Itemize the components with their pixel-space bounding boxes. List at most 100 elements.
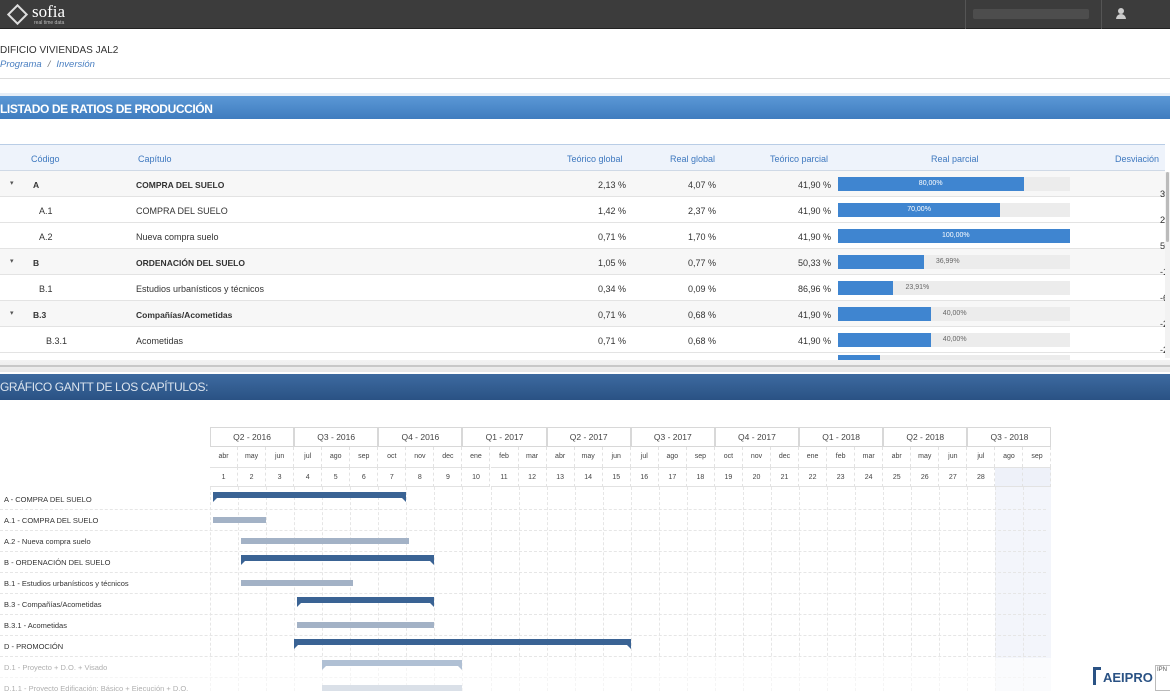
gantt-task-bar[interactable] [240, 538, 410, 544]
row-code: B.1 [39, 284, 53, 294]
gantt-month: may [575, 447, 603, 467]
gantt-month-number: 2 [238, 467, 267, 487]
row-real-global: 0,68 % [687, 310, 716, 320]
breadcrumb-programa[interactable]: Programa [0, 59, 42, 70]
gantt-month: may [911, 447, 940, 467]
table-row[interactable]: A.1 COMPRA DEL SUELO 1,42 % 2,37 % 41,90 % 70… [0, 197, 1170, 225]
gantt-month: sep [350, 447, 379, 467]
row-code: B.3.1 [46, 336, 68, 346]
gantt-task-bar[interactable] [212, 517, 267, 523]
gantt-row[interactable] [0, 489, 1046, 510]
col-teorico-parcial[interactable]: Teórico parcial [770, 154, 828, 164]
progress-label: 40,00% [942, 336, 967, 343]
gantt-month: nov [743, 447, 771, 467]
expand-toggle-icon[interactable]: ▾ [10, 257, 14, 265]
col-real-global[interactable]: Real global [670, 154, 715, 164]
scrollbar-thumb[interactable] [1166, 172, 1169, 242]
table-row[interactable]: ▾ B.3 Compañías/Acometidas 0,71 % 0,68 % 41,9… [0, 301, 1170, 329]
row-code: A.2 [39, 232, 53, 242]
col-codigo[interactable]: Código [31, 154, 60, 164]
gantt-summary-bar[interactable] [296, 597, 435, 607]
gantt-month: oct [715, 447, 743, 467]
gantt-row-label: B.3 - Compañías/Acometidas [4, 600, 102, 609]
gantt-month-number: 28 [967, 467, 996, 487]
gantt-month-number [1023, 467, 1052, 487]
user-name-redacted[interactable] [973, 9, 1089, 19]
row-teorico-parcial: 50,33 % [797, 258, 831, 268]
row-chapter: ORDENACIÓN DEL SUELO [136, 258, 245, 268]
sofia-logo-icon[interactable] [6, 3, 29, 26]
aeipro-brand: AEIPRO [1103, 670, 1153, 685]
gantt-summary-bar[interactable] [240, 555, 435, 565]
expand-toggle-icon[interactable]: ▾ [10, 309, 14, 317]
gantt-month: jun [603, 447, 631, 467]
gantt-month-number: 4 [294, 467, 323, 487]
gantt-month: ago [995, 447, 1024, 467]
row-real-global: 2,37 % [687, 206, 716, 216]
top-bar: sofia real time data [0, 0, 1170, 29]
gantt-month-number: 23 [827, 467, 856, 487]
row-teorico-global: 1,42 % [597, 206, 626, 216]
gantt-month-number: 14 [574, 467, 603, 487]
expand-toggle-icon[interactable]: ▾ [10, 179, 14, 187]
gantt-quarter-header: Q2 - 2018 [883, 427, 968, 447]
breadcrumb: Programa / Inversión [0, 59, 95, 70]
gantt-row-label: A.1 - COMPRA DEL SUELO [4, 516, 99, 525]
row-teorico-parcial: 86,96 % [797, 284, 831, 294]
section-splitter[interactable] [0, 360, 1170, 372]
app-name[interactable]: sofia [32, 2, 65, 22]
row-teorico-global: 0,34 % [597, 284, 626, 294]
gantt-task-bar[interactable] [296, 622, 435, 628]
ipn-badge: IPN [1155, 665, 1170, 691]
col-desviacion[interactable]: Desviación [1115, 154, 1159, 164]
table-row[interactable]: ▾ A COMPRA DEL SUELO 2,13 % 4,07 % 41,90 % 80,… [0, 171, 1170, 199]
progress-fill [838, 255, 924, 269]
table-row[interactable]: ▾ B ORDENACIÓN DEL SUELO 1,05 % 0,77 % 50,33 … [0, 249, 1170, 277]
gantt-month-number: 9 [434, 467, 463, 487]
progress-label: 23,91% [905, 284, 930, 291]
table-row[interactable]: B.1 Estudios urbanísticos y técnicos 0,34 … [0, 275, 1170, 303]
row-teorico-parcial: 41,90 % [797, 232, 831, 242]
gantt-chart: Q2 - 2016 Q3 - 2016 Q4 - 2016 Q1 - 2017 Q2 -… [0, 425, 1170, 691]
real-parcial-progress: 70,00% [838, 203, 1070, 217]
gantt-row[interactable] [0, 531, 1046, 552]
gantt-row[interactable] [0, 552, 1046, 573]
gantt-month: jul [967, 447, 996, 467]
table-row[interactable]: A.2 Nueva compra suelo 0,71 % 1,70 % 41,90 %… [0, 223, 1170, 251]
col-capitulo[interactable]: Capítulo [138, 154, 172, 164]
gantt-row[interactable] [0, 594, 1046, 615]
gantt-month: feb [491, 447, 519, 467]
gantt-row[interactable] [0, 510, 1046, 531]
gantt-month: jul [294, 447, 323, 467]
breadcrumb-inversion[interactable]: Inversión [56, 59, 95, 70]
user-icon[interactable] [1116, 8, 1126, 20]
row-real-global: 4,07 % [687, 180, 716, 190]
col-teorico-global[interactable]: Teórico global [567, 154, 623, 164]
gantt-row[interactable] [0, 615, 1046, 636]
gantt-month: dec [771, 447, 800, 467]
gantt-month-number: 12 [518, 467, 547, 487]
gantt-month-number: 8 [406, 467, 435, 487]
row-real-global: 0,77 % [687, 258, 716, 268]
gantt-quarter-header: Q1 - 2018 [799, 427, 884, 447]
gantt-month-number: 11 [490, 467, 519, 487]
gantt-month: may [238, 447, 267, 467]
table-row[interactable]: B.3.1 Acometidas 0,71 % 0,68 % 41,90 % 40,00%… [0, 327, 1170, 355]
gantt-month-number: 7 [378, 467, 407, 487]
gantt-month-number: 16 [630, 467, 659, 487]
gantt-row[interactable] [0, 573, 1046, 594]
divider [0, 78, 1170, 79]
table-scrollbar[interactable] [1165, 172, 1170, 358]
gantt-summary-bar[interactable] [212, 492, 407, 502]
row-chapter: COMPRA DEL SUELO [136, 180, 225, 190]
gantt-month: ene [462, 447, 491, 467]
row-teorico-global: 2,13 % [597, 180, 626, 190]
topbar-divider [1101, 0, 1102, 29]
gantt-summary-bar[interactable] [294, 639, 631, 649]
gantt-task-bar[interactable] [240, 580, 354, 586]
gantt-month-number: 5 [322, 467, 351, 487]
real-parcial-progress: 40,00% [838, 307, 1070, 321]
gantt-month-number: 17 [658, 467, 687, 487]
row-real-global: 0,09 % [687, 284, 716, 294]
col-real-parcial[interactable]: Real parcial [931, 154, 979, 164]
